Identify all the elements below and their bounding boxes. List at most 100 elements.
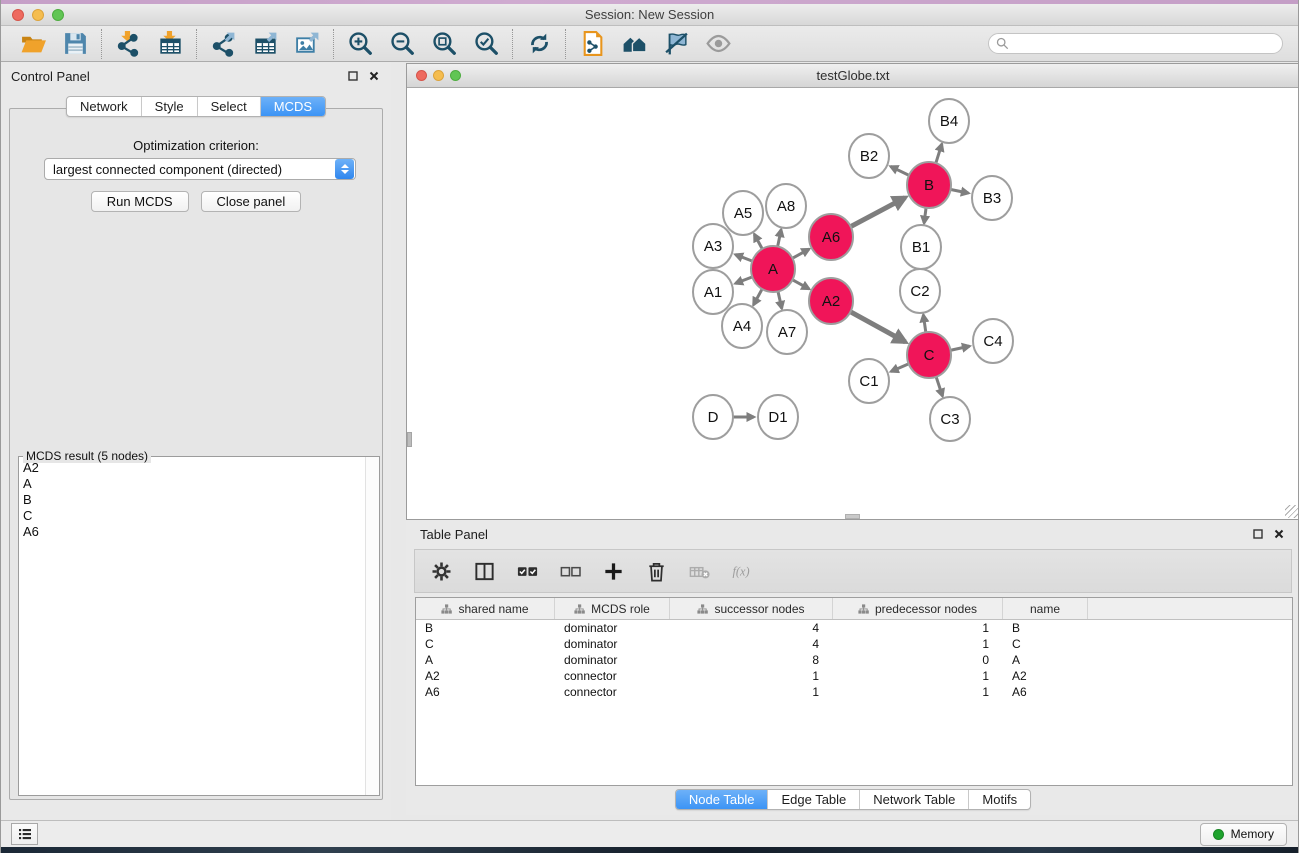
table-cell[interactable]: dominator: [555, 653, 670, 667]
graph-node-C2[interactable]: C2: [900, 269, 940, 313]
tab-network[interactable]: Network: [67, 97, 141, 116]
graph-edge-B-B2[interactable]: [891, 166, 910, 175]
graph-node-B3[interactable]: B3: [972, 176, 1012, 220]
table-cell[interactable]: dominator: [555, 637, 670, 651]
tab-style[interactable]: Style: [141, 97, 197, 116]
search-input[interactable]: [1014, 36, 1275, 52]
export-table-button[interactable]: [249, 29, 281, 59]
graph-node-B4[interactable]: B4: [929, 99, 969, 143]
graph-node-A5[interactable]: A5: [723, 191, 763, 235]
close-window-button[interactable]: [12, 9, 24, 21]
table-cell[interactable]: 4: [670, 621, 833, 635]
table-cell[interactable]: C: [1003, 637, 1088, 651]
table-cell[interactable]: 1: [833, 637, 1003, 651]
table-row[interactable]: Cdominator41C: [416, 636, 1292, 652]
close-panel-icon[interactable]: [369, 71, 379, 81]
graph-node-A4[interactable]: A4: [722, 304, 762, 348]
graph-edge-C-C3[interactable]: [936, 375, 943, 396]
graph-edge-A2-C[interactable]: [849, 311, 905, 342]
table-cell[interactable]: A: [1003, 653, 1088, 667]
graph-edge-A-A4[interactable]: [753, 287, 763, 304]
run-mcds-button[interactable]: Run MCDS: [91, 191, 189, 212]
canvas-horizontal-scrollbar[interactable]: [413, 514, 1285, 519]
first-neighbors-button[interactable]: [618, 29, 650, 59]
tab-select[interactable]: Select: [197, 97, 260, 116]
graph-node-C4[interactable]: C4: [973, 319, 1013, 363]
table-cell[interactable]: 1: [833, 669, 1003, 683]
create-new-column-button[interactable]: [600, 558, 626, 584]
zoom-out-button[interactable]: [386, 29, 418, 59]
table-row[interactable]: Bdominator41B: [416, 620, 1292, 636]
export-image-button[interactable]: [291, 29, 323, 59]
graph-node-A6[interactable]: A6: [809, 214, 853, 260]
minimize-window-button[interactable]: [32, 9, 44, 21]
export-network-button[interactable]: [207, 29, 239, 59]
tab-node-table[interactable]: Node Table: [676, 790, 768, 809]
zoom-network-window-button[interactable]: [450, 70, 461, 81]
table-row[interactable]: A2connector11A2: [416, 668, 1292, 684]
mcds-result-item[interactable]: A: [19, 476, 364, 492]
graph-node-A2[interactable]: A2: [809, 278, 853, 324]
mcds-result-item[interactable]: B: [19, 492, 364, 508]
graph-edge-B-B4[interactable]: [935, 144, 942, 165]
table-cell[interactable]: 1: [670, 685, 833, 699]
tab-edge-table[interactable]: Edge Table: [767, 790, 859, 809]
save-session-button[interactable]: [59, 29, 91, 59]
table-cell[interactable]: A6: [1003, 685, 1088, 699]
column-header-shared-name[interactable]: shared name: [416, 598, 555, 619]
function-builder-button[interactable]: f(x): [729, 558, 755, 584]
table-cell[interactable]: dominator: [555, 621, 670, 635]
table-cell[interactable]: connector: [555, 669, 670, 683]
apply-layout-refresh-button[interactable]: [523, 29, 555, 59]
table-cell[interactable]: B: [1003, 621, 1088, 635]
close-panel-button[interactable]: Close panel: [201, 191, 302, 212]
minimize-network-window-button[interactable]: [433, 70, 444, 81]
canvas-vertical-scrollbar[interactable]: [407, 88, 412, 513]
graph-node-B1[interactable]: B1: [901, 225, 941, 269]
resize-grip-icon[interactable]: [1285, 505, 1298, 518]
result-scrollbar[interactable]: [365, 457, 379, 795]
tab-motifs[interactable]: Motifs: [968, 790, 1030, 809]
table-cell[interactable]: connector: [555, 685, 670, 699]
graph-node-A1[interactable]: A1: [693, 270, 733, 314]
show-columns-button[interactable]: [471, 558, 497, 584]
graph-node-C3[interactable]: C3: [930, 397, 970, 441]
graph-edge-A-A3[interactable]: [735, 255, 753, 262]
mcds-result-item[interactable]: A6: [19, 524, 364, 540]
table-cell[interactable]: A2: [416, 669, 555, 683]
table-cell[interactable]: 1: [833, 621, 1003, 635]
tab-network-table[interactable]: Network Table: [859, 790, 968, 809]
show-all-button[interactable]: [702, 29, 734, 59]
mcds-result-item[interactable]: A2: [19, 460, 364, 476]
new-network-from-selection-button[interactable]: [576, 29, 608, 59]
float-panel-icon[interactable]: [348, 71, 358, 81]
delete-table-button[interactable]: [686, 558, 712, 584]
table-row[interactable]: Adominator80A: [416, 652, 1292, 668]
graph-node-B2[interactable]: B2: [849, 134, 889, 178]
mcds-result-item[interactable]: C: [19, 508, 364, 524]
graph-edge-A-A2[interactable]: [791, 279, 809, 289]
column-header-successor-nodes[interactable]: successor nodes: [670, 598, 833, 619]
column-header-predecessor-nodes[interactable]: predecessor nodes: [833, 598, 1003, 619]
tab-mcds[interactable]: MCDS: [260, 97, 325, 116]
graph-node-A3[interactable]: A3: [693, 224, 733, 268]
column-header-name[interactable]: name: [1003, 598, 1088, 619]
graph-node-C1[interactable]: C1: [849, 359, 889, 403]
graph-edge-B-B3[interactable]: [950, 189, 969, 193]
table-mode-settings-button[interactable]: [428, 558, 454, 584]
select-all-rows-button[interactable]: [514, 558, 540, 584]
graph-edge-A6-B[interactable]: [850, 198, 906, 228]
graph-node-B[interactable]: B: [907, 162, 951, 208]
table-cell[interactable]: 4: [670, 637, 833, 651]
table-cell[interactable]: B: [416, 621, 555, 635]
zoom-fit-content-button[interactable]: [428, 29, 460, 59]
graph-edge-C-C1[interactable]: [891, 363, 910, 371]
graph-node-D1[interactable]: D1: [758, 395, 798, 439]
zoom-selected-region-button[interactable]: [470, 29, 502, 59]
import-network-from-file-button[interactable]: [112, 29, 144, 59]
float-table-panel-icon[interactable]: [1253, 529, 1263, 539]
network-canvas[interactable]: AA1A2A3A4A5A6A7A8BB1B2B3B4CC1C2C3C4DD1: [407, 88, 1299, 519]
graph-node-A8[interactable]: A8: [766, 184, 806, 228]
optimization-criterion-select[interactable]: largest connected component (directed): [44, 158, 356, 180]
deselect-all-rows-button[interactable]: [557, 558, 583, 584]
